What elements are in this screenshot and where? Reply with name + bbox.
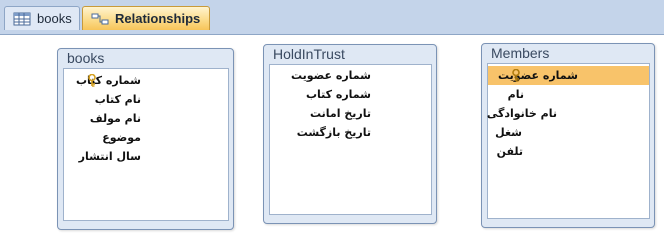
document-tab-bar: books Relationships [0,0,664,35]
tab-relationships[interactable]: Relationships [82,6,210,30]
table-icon [13,12,31,26]
table-holdintrust-title[interactable]: HoldInTrust [264,45,436,63]
field-label: نام کتاب [94,93,141,106]
field-label: نام خانوادگی [486,107,557,120]
table-books[interactable]: books شماره کتاب نام کتاب نام مولف موضوع… [57,48,234,230]
table-books-title[interactable]: books [58,49,233,67]
field-row[interactable]: نام کتاب [64,90,228,109]
field-label: تاریخ امانت [310,107,371,120]
primary-key-icon [510,68,522,82]
field-row[interactable]: تلفن [488,142,649,161]
field-label: شماره عضویت [290,69,371,82]
relationships-canvas[interactable]: books شماره کتاب نام کتاب نام مولف موضوع… [0,35,664,241]
field-row[interactable]: تاریخ امانت [270,104,431,123]
field-row[interactable]: شماره کتاب [64,71,228,90]
field-label: موضوع [102,131,141,144]
table-holdintrust-field-list[interactable]: شماره عضویت شماره کتاب تاریخ امانت تاریخ… [269,64,432,215]
field-row[interactable]: سال انتشار [64,147,228,166]
field-label: نام مولف [89,112,141,125]
tab-books-label: books [37,11,72,26]
field-label: سال انتشار [78,150,141,163]
tab-relationships-label: Relationships [115,11,201,26]
field-row-selected[interactable]: شماره عضویت [488,66,649,85]
field-label: تلفن [496,145,523,158]
table-members-title[interactable]: Members [482,44,654,62]
field-label: شماره کتاب [305,88,371,101]
field-label: شغل [495,126,522,139]
tab-books[interactable]: books [4,6,80,30]
field-row[interactable]: نام [488,85,649,104]
table-members[interactable]: Members شماره عضویت نام نام خانوادگی شغل… [481,43,655,228]
field-label: نام [507,88,524,101]
field-row[interactable]: تاریخ بازگشت [270,123,431,142]
field-row[interactable]: موضوع [64,128,228,147]
table-books-field-list[interactable]: شماره کتاب نام کتاب نام مولف موضوع سال ا… [63,68,229,221]
field-row[interactable]: نام خانوادگی [486,104,649,123]
relationships-icon [91,12,109,26]
field-row[interactable]: شماره عضویت [270,66,431,85]
field-row[interactable]: نام مولف [64,109,228,128]
primary-key-icon [86,73,98,87]
table-holdintrust[interactable]: HoldInTrust شماره عضویت شماره کتاب تاریخ… [263,44,437,224]
table-members-field-list[interactable]: شماره عضویت نام نام خانوادگی شغل تلفن [487,63,650,219]
field-row[interactable]: شغل [488,123,649,142]
field-label: تاریخ بازگشت [296,126,371,139]
field-row[interactable]: شماره کتاب [270,85,431,104]
